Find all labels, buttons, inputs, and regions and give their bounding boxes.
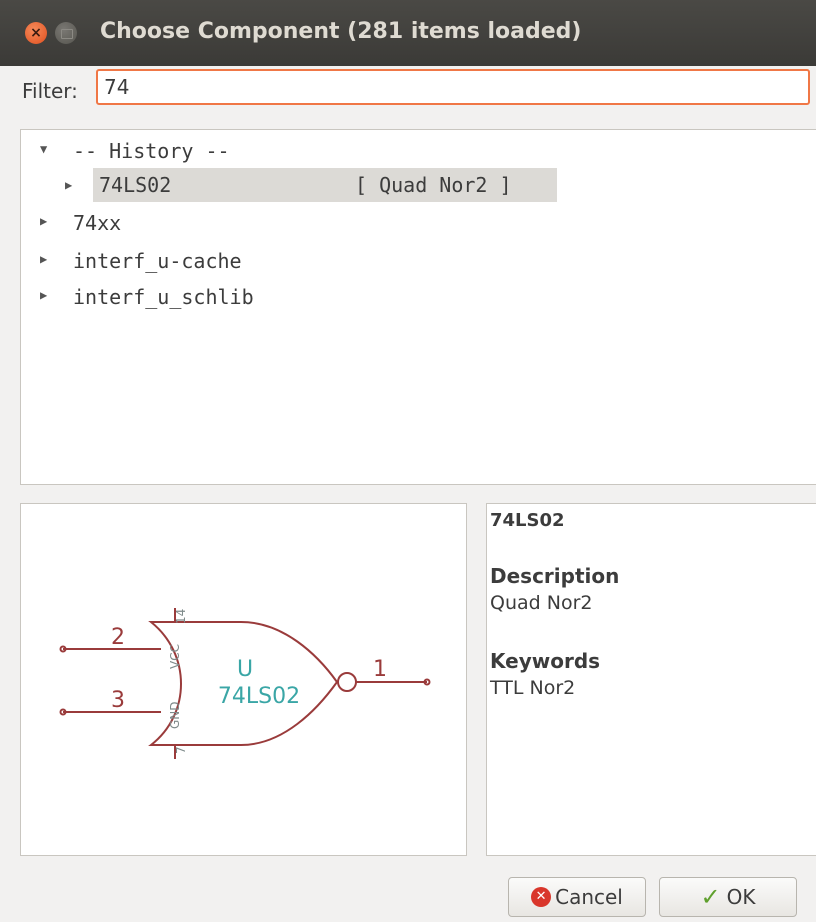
- tree-item-74ls02[interactable]: 74LS02: [99, 168, 171, 202]
- collapsed-arrow-icon[interactable]: ▶: [40, 288, 47, 302]
- keywords-header: Keywords: [490, 649, 601, 673]
- tree-item-library[interactable]: 74xx: [73, 206, 121, 240]
- tree-item-library[interactable]: interf_u_schlib: [73, 280, 254, 314]
- window-title: Choose Component (281 items loaded): [100, 19, 582, 44]
- pin-number: 2: [111, 625, 125, 650]
- nor-gate-symbol: 2 3 1 VCC 14 GND 7 U 74LS02: [59, 608, 431, 759]
- inverter-bubble: [337, 672, 357, 692]
- component-info-panel: 74LS02 Description Quad Nor2 Keywords TT…: [486, 503, 816, 856]
- filter-label: Filter:: [22, 79, 78, 103]
- collapsed-arrow-icon[interactable]: ▶: [65, 178, 72, 192]
- symbol-preview: 2 3 1 VCC 14 GND 7 U 74LS02: [20, 503, 467, 856]
- description-value: Quad Nor2: [490, 592, 593, 614]
- tree-item-74ls02-description: [ Quad Nor2 ]: [355, 173, 512, 197]
- cancel-button-label: Cancel: [555, 885, 623, 909]
- pin-number: 3: [111, 688, 125, 713]
- gnd-pin-number: 7: [174, 746, 188, 754]
- cancel-icon: ✕: [531, 887, 552, 907]
- cancel-button[interactable]: ✕ Cancel: [508, 877, 646, 917]
- checkmark-icon: ✓: [700, 883, 721, 911]
- collapsed-arrow-icon[interactable]: ▶: [40, 252, 47, 266]
- vcc-pin-number: 14: [174, 609, 188, 624]
- expanded-arrow-icon[interactable]: ▼: [40, 142, 47, 156]
- component-name: 74LS02: [490, 510, 565, 531]
- title-bar: × Choose Component (281 items loaded): [0, 0, 816, 66]
- component-tree[interactable]: ▼ -- History -- ▶ 74LS02 [ Quad Nor2 ] ▶…: [20, 129, 816, 485]
- vcc-label: VCC: [168, 644, 182, 669]
- component-value: 74LS02: [218, 684, 300, 709]
- ok-button[interactable]: ✓ OK: [659, 877, 797, 917]
- collapsed-arrow-icon[interactable]: ▶: [40, 214, 47, 228]
- minimize-icon[interactable]: [55, 22, 77, 44]
- tree-item-library[interactable]: interf_u-cache: [73, 244, 242, 278]
- keywords-value: TTL Nor2: [490, 677, 576, 699]
- ok-button-label: OK: [726, 885, 756, 909]
- pin-number: 1: [373, 657, 387, 682]
- description-header: Description: [490, 564, 620, 588]
- component-reference: U: [237, 657, 253, 682]
- tree-item-history[interactable]: -- History --: [73, 134, 230, 168]
- gnd-label: GND: [168, 701, 182, 729]
- filter-input[interactable]: [96, 69, 810, 105]
- close-icon[interactable]: ×: [25, 22, 47, 44]
